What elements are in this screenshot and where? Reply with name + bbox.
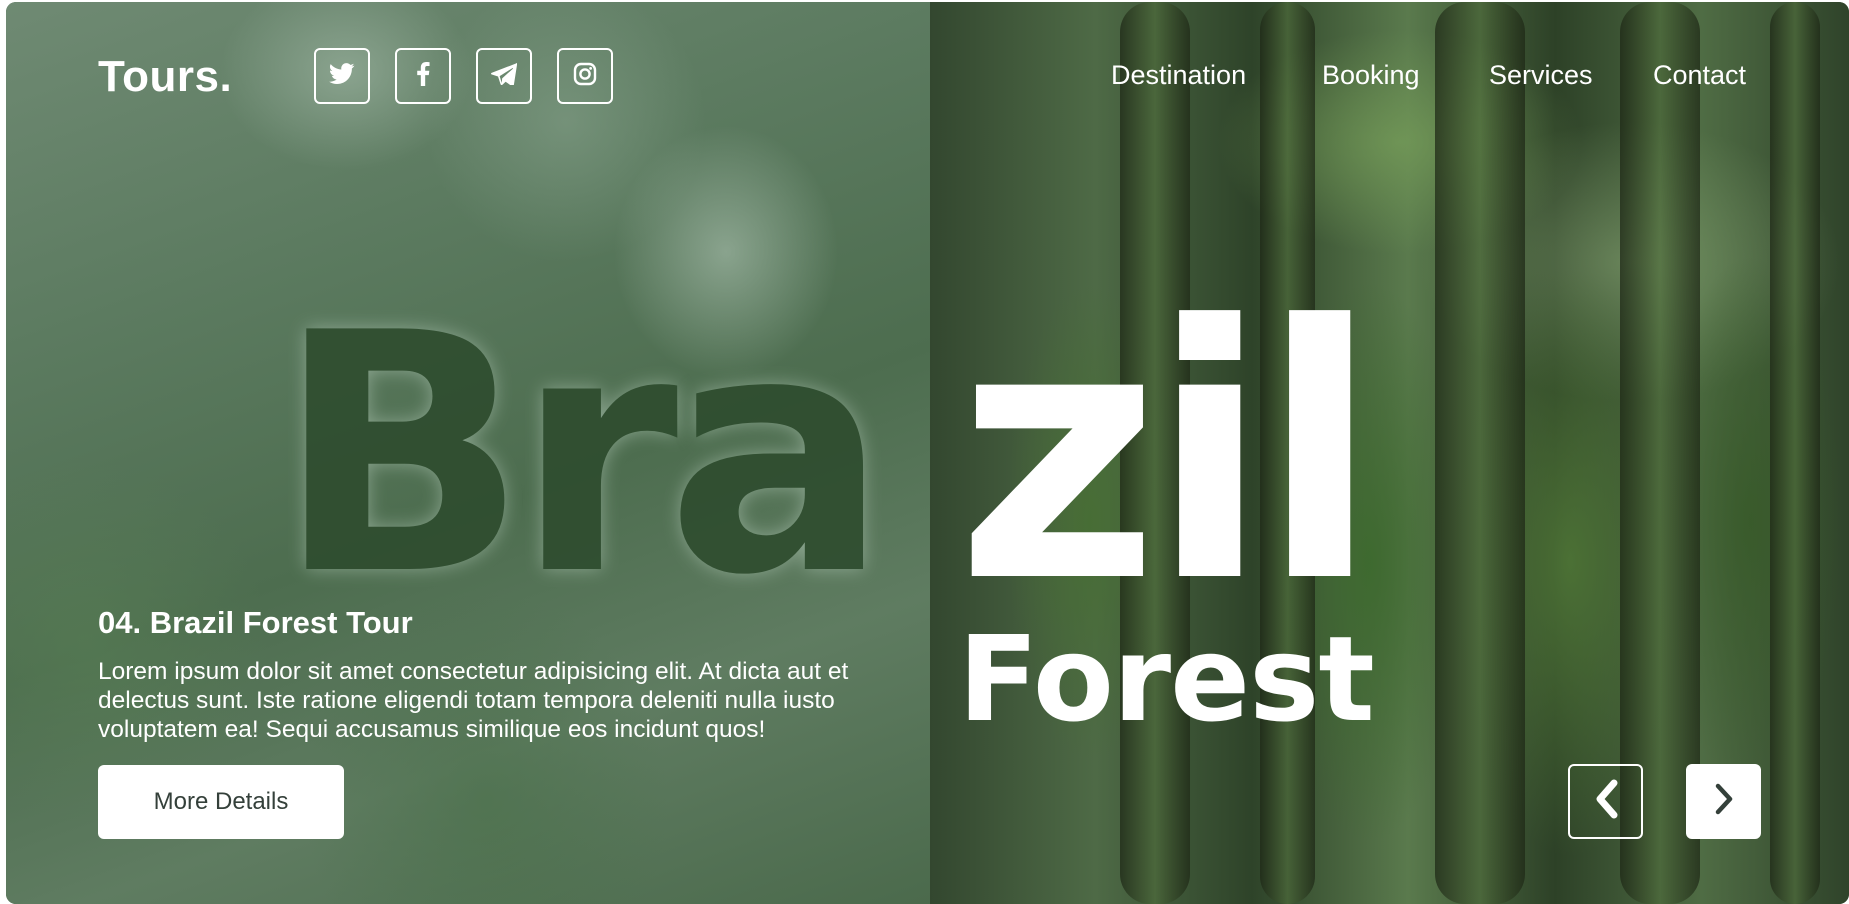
twitter-button[interactable] <box>314 48 370 104</box>
chevron-left-icon <box>1592 779 1620 824</box>
chevron-right-icon <box>1712 781 1736 822</box>
facebook-button[interactable] <box>395 48 451 104</box>
nav-item-destination[interactable]: Destination <box>1111 60 1246 91</box>
headline-part2: zil <box>956 251 1380 659</box>
tour-title: 04. Brazil Forest Tour <box>98 605 413 640</box>
next-slide-button[interactable] <box>1686 764 1761 839</box>
prev-slide-button[interactable] <box>1568 764 1643 839</box>
instagram-icon <box>573 62 597 91</box>
nav-item-booking[interactable]: Booking <box>1322 60 1420 91</box>
twitter-icon <box>329 62 355 90</box>
nav-item-services[interactable]: Services <box>1489 60 1593 91</box>
hero-banner: Tours. Destination Booking Services Cont… <box>6 2 1849 904</box>
telegram-icon <box>491 62 518 90</box>
nav-item-contact[interactable]: Contact <box>1653 60 1746 91</box>
logo[interactable]: Tours. <box>98 52 232 102</box>
subheadline: Forest <box>958 610 1375 748</box>
instagram-button[interactable] <box>557 48 613 104</box>
facebook-icon <box>416 61 430 91</box>
more-details-button[interactable]: More Details <box>98 765 344 839</box>
headline-part1: Bra <box>276 263 889 647</box>
telegram-button[interactable] <box>476 48 532 104</box>
tour-description: Lorem ipsum dolor sit amet consectetur a… <box>98 658 849 743</box>
